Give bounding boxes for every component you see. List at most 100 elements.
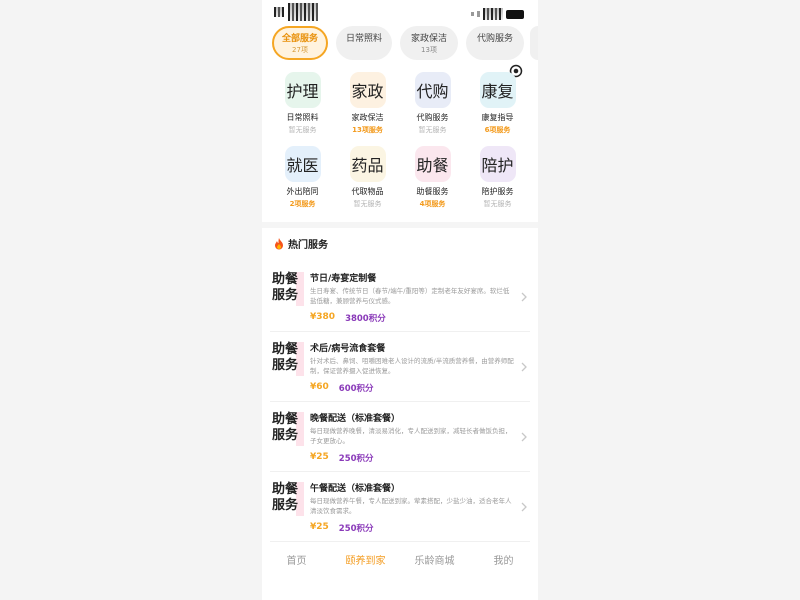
grid-item-name: 陪护服务 <box>481 187 514 196</box>
tab-label: 全部服务 <box>281 34 318 44</box>
grid-item-name: 代购服务 <box>416 113 449 122</box>
medical-tile-icon: 就医 <box>284 146 321 182</box>
meal-service-thumb: 助餐 服务 <box>272 342 306 376</box>
hot-services-title: 热门服务 <box>288 240 328 251</box>
grid-item-sub: 4项服务 <box>419 200 446 208</box>
item-description: 生日寿宴、传统节日（春节/端午/重阳等）定制老年友好宴席。软烂低盐低糖，兼顾营养… <box>310 287 510 305</box>
section-divider <box>262 222 538 228</box>
tab-label: 代购服务 <box>476 34 513 44</box>
grid-item-pickup[interactable]: 药品 代取物品 暂无服务 <box>335 146 400 214</box>
grid-item-sub: 13项服务 <box>352 126 383 134</box>
grid-item-sub: 暂无服务 <box>288 126 317 134</box>
item-title: 节日/寿宴定制餐 <box>310 274 377 284</box>
price-row: ¥25 250积分 <box>310 522 374 534</box>
item-price: ¥25 <box>310 452 329 462</box>
thumb-line: 服务 <box>272 428 299 443</box>
thumb-line: 助餐 <box>272 412 299 427</box>
tab-overflow[interactable] <box>530 26 538 60</box>
tile-text: 就医 <box>286 156 319 175</box>
thumb-line: 服务 <box>272 498 299 513</box>
nav-mall[interactable]: 乐龄商城 <box>400 545 469 579</box>
grid-item-sub: 暂无服务 <box>353 200 382 208</box>
grid-item-companion[interactable]: 陪护 陪护服务 暂无服务 <box>465 146 530 214</box>
grid-item-sub: 暂无服务 <box>483 200 512 208</box>
status-time-blurred <box>274 3 318 21</box>
item-description: 每日现做营养午餐，专人配送到家。荤素搭配，少盐少油，适合老年人清淡饮食需求。 <box>310 497 512 515</box>
price-row: ¥380 3800积分 <box>310 312 386 324</box>
price-row: ¥60 600积分 <box>310 382 374 394</box>
hot-services-header: 热门服务 <box>274 236 328 251</box>
grid-item-meals[interactable]: 助餐 助餐服务 4项服务 <box>400 146 465 214</box>
tile-text: 陪护 <box>481 156 514 175</box>
item-points: 250积分 <box>338 524 374 534</box>
grid-item-housekeeping[interactable]: 家政 家政保洁 13项服务 <box>335 72 400 140</box>
tab-purchasing[interactable]: 代购服务 <box>466 26 524 60</box>
grid-item-sub: 暂无服务 <box>418 126 447 134</box>
grid-item-escort[interactable]: 就医 外出陪同 2项服务 <box>270 146 335 214</box>
grid-item-name: 家政保洁 <box>351 113 384 122</box>
tile-text: 药品 <box>351 156 384 175</box>
item-description: 每日现做营养晚餐，清淡易消化，专人配送到家，减轻长者做饭负担，子女更放心。 <box>310 427 512 445</box>
tile-text: 助餐 <box>416 156 449 175</box>
grid-item-purchasing[interactable]: 代购 代购服务 暂无服务 <box>400 72 465 140</box>
grid-item-sub: 6项服务 <box>484 126 511 134</box>
nursing-tile-icon: 护理 <box>284 72 321 108</box>
meal-tile-icon: 助餐 <box>414 146 451 182</box>
status-indicators <box>471 8 524 20</box>
item-points: 600积分 <box>338 384 374 394</box>
meal-service-thumb: 助餐 服务 <box>272 412 306 446</box>
grid-item-sub: 2项服务 <box>289 200 316 208</box>
signal-icon <box>471 12 474 16</box>
tab-housekeeping[interactable]: 家政保洁 13项 <box>400 26 458 60</box>
nav-profile[interactable]: 我的 <box>469 545 538 579</box>
meal-service-thumb: 助餐 服务 <box>272 482 306 516</box>
tab-label: 日常照料 <box>345 34 382 44</box>
thumb-line: 助餐 <box>272 482 299 497</box>
item-title: 晚餐配送（标准套餐） <box>310 414 401 424</box>
nav-home-care[interactable]: 颐养到家 <box>331 545 400 579</box>
thumb-line: 服务 <box>272 288 299 303</box>
purchasing-tile-icon: 代购 <box>414 72 451 108</box>
list-item[interactable]: 助餐 服务 午餐配送（标准套餐） 每日现做营养午餐，专人配送到家。荤素搭配，少盐… <box>270 472 530 542</box>
signal-icon <box>477 11 480 17</box>
item-description: 针对术后、鼻饲、咀嚼困难老人设计的流质/半流质营养餐，由营养师配制，保证营养摄入… <box>310 357 514 375</box>
housekeeping-tile-icon: 家政 <box>349 72 386 108</box>
tile-text: 康复 <box>481 82 514 101</box>
tab-daily-care[interactable]: 日常照料 <box>336 26 392 60</box>
blurred-time <box>288 3 318 21</box>
meal-service-thumb: 助餐 服务 <box>272 272 306 306</box>
list-item[interactable]: 助餐 服务 节日/寿宴定制餐 生日寿宴、传统节日（春节/端午/重阳等）定制老年友… <box>270 262 530 332</box>
category-tabs: 全部服务 27项 日常照料 家政保洁 13项 代购服务 <box>272 26 538 78</box>
companion-tile-icon: 陪护 <box>479 146 516 182</box>
phone-screen: 全部服务 27项 日常照料 家政保洁 13项 代购服务 护理 日常照料 暂无服务… <box>262 0 538 600</box>
chevron-right-icon <box>521 292 527 302</box>
item-title: 午餐配送（标准套餐） <box>310 484 401 494</box>
status-bar <box>262 0 538 26</box>
grid-item-rehab[interactable]: 康复 康复指导 6项服务 <box>465 72 530 140</box>
rehab-tile-icon: 康复 <box>479 72 516 108</box>
list-item[interactable]: 助餐 服务 晚餐配送（标准套餐） 每日现做营养晚餐，清淡易消化，专人配送到家，减… <box>270 402 530 472</box>
grid-item-name: 代取物品 <box>351 187 384 196</box>
blurred-icon <box>274 7 284 17</box>
tile-text: 家政 <box>351 82 384 101</box>
nav-home[interactable]: 首页 <box>262 545 331 579</box>
grid-item-daily-care[interactable]: 护理 日常照料 暂无服务 <box>270 72 335 140</box>
grid-item-name: 外出陪同 <box>286 187 319 196</box>
thumb-line: 助餐 <box>272 342 299 357</box>
grid-item-name: 康复指导 <box>481 113 514 122</box>
tile-text: 代购 <box>416 82 449 101</box>
list-item[interactable]: 助餐 服务 术后/病号流食套餐 针对术后、鼻饲、咀嚼困难老人设计的流质/半流质营… <box>270 332 530 402</box>
bottom-nav: 首页 颐养到家 乐龄商城 我的 <box>262 545 538 579</box>
item-title: 术后/病号流食套餐 <box>310 344 386 354</box>
tab-label: 家政保洁 <box>410 34 447 44</box>
chevron-right-icon <box>521 362 527 372</box>
chevron-right-icon <box>521 432 527 442</box>
item-points: 250积分 <box>338 454 374 464</box>
price-row: ¥25 250积分 <box>310 452 374 464</box>
chevron-right-icon <box>521 502 527 512</box>
tab-all-services[interactable]: 全部服务 27项 <box>272 26 328 60</box>
medicine-tile-icon: 药品 <box>349 146 386 182</box>
item-price: ¥60 <box>310 382 329 392</box>
tab-count: 13项 <box>421 46 437 54</box>
grid-item-name: 日常照料 <box>286 113 319 122</box>
